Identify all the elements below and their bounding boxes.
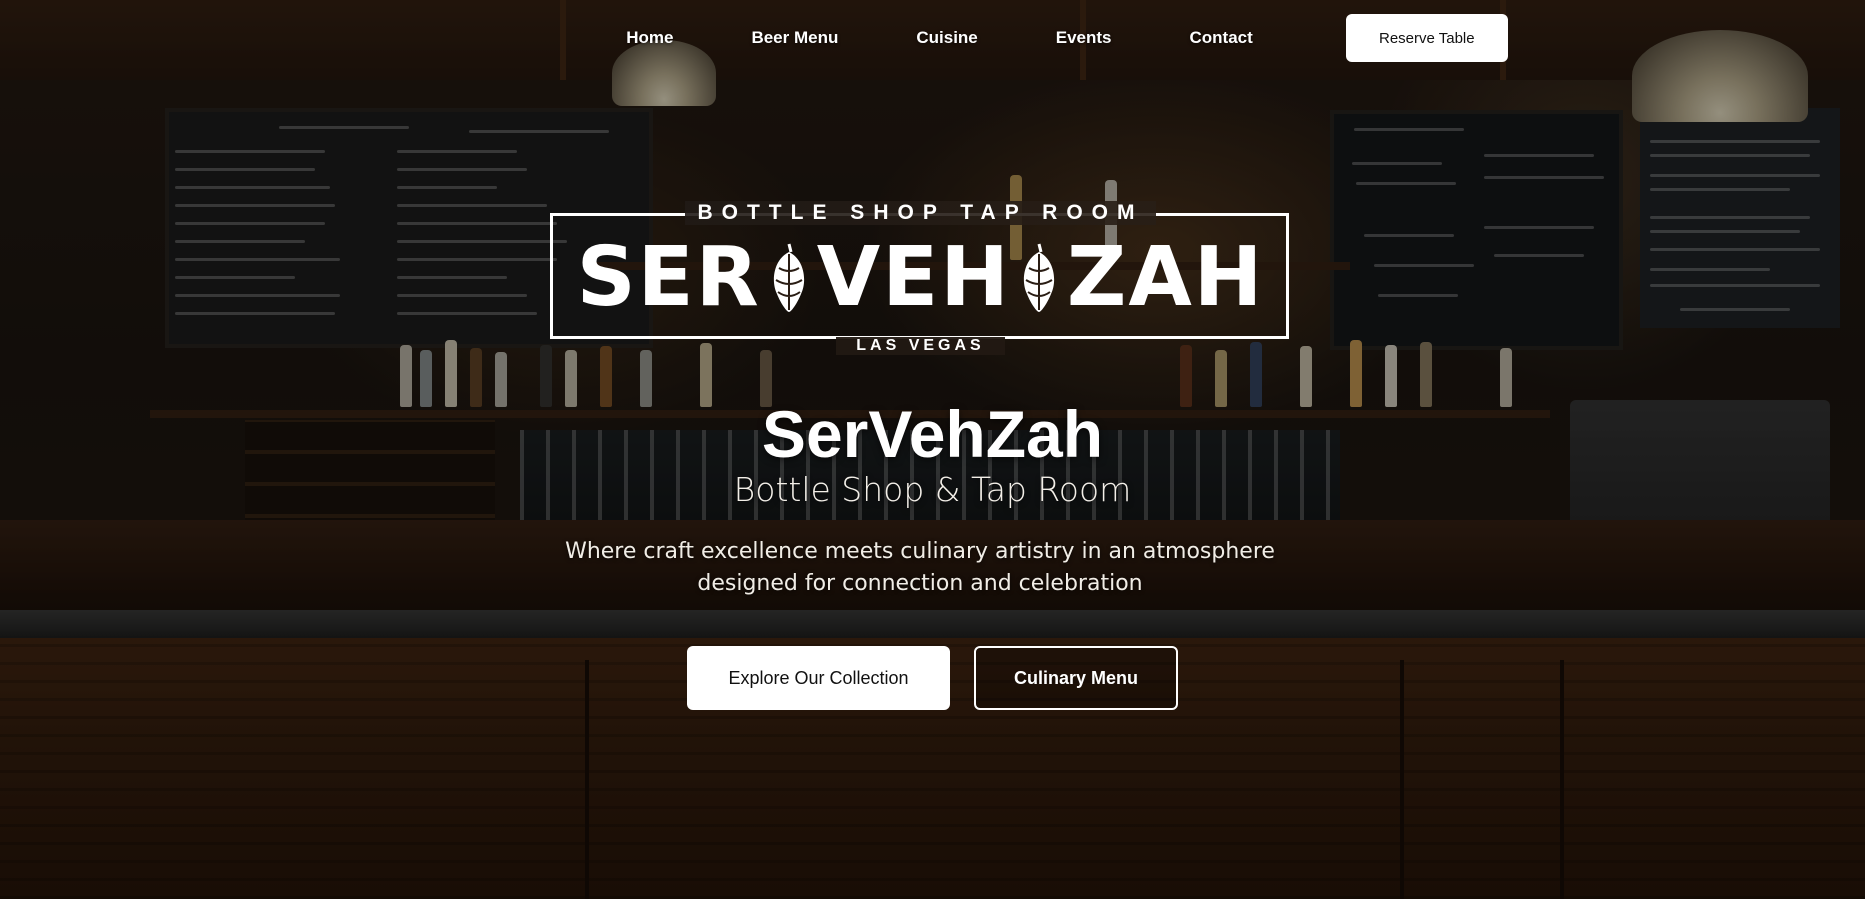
- logo-word-veh: VEH: [816, 230, 1011, 325]
- hop-cone-icon: [1023, 243, 1055, 312]
- brand-logo: BOTTLE SHOP TAP ROOM SER VEH ZAH LAS VEG…: [548, 201, 1293, 355]
- reserve-table-button[interactable]: Reserve Table: [1345, 14, 1508, 62]
- logo-wordmark: SER VEH ZAH: [548, 237, 1293, 319]
- nav-link-cuisine[interactable]: Cuisine: [916, 28, 977, 48]
- explore-collection-button[interactable]: Explore Our Collection: [687, 646, 950, 710]
- hero-button-group: Explore Our Collection Culinary Menu: [0, 646, 1865, 710]
- logo-location: LAS VEGAS: [836, 337, 1005, 355]
- nav-link-contact[interactable]: Contact: [1190, 28, 1253, 48]
- logo-tagline: BOTTLE SHOP TAP ROOM: [685, 201, 1156, 225]
- hero-subtitle: Bottle Shop & Tap Room: [733, 470, 1132, 509]
- main-navigation: Home Beer Menu Cuisine Events Contact Re…: [0, 14, 1865, 62]
- nav-link-beer-menu[interactable]: Beer Menu: [751, 28, 838, 48]
- nav-link-events[interactable]: Events: [1056, 28, 1112, 48]
- hero-title: SerVehZah: [761, 397, 1104, 471]
- hero-description: Where craft excellence meets culinary ar…: [565, 539, 1275, 596]
- culinary-menu-button[interactable]: Culinary Menu: [974, 646, 1178, 710]
- logo-word-ser: SER: [576, 230, 761, 325]
- logo-word-zah: ZAH: [1066, 230, 1265, 325]
- nav-link-home[interactable]: Home: [626, 28, 673, 48]
- hop-cone-icon: [773, 243, 804, 312]
